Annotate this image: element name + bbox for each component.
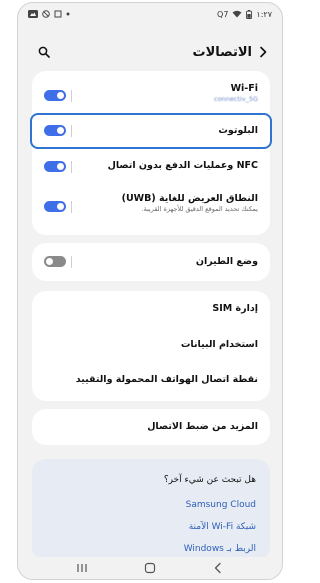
no-disturb-icon xyxy=(42,10,50,18)
data-usage-row[interactable]: استخدام البيانات xyxy=(32,329,270,363)
bluetooth-title: البلوتوث xyxy=(218,125,258,136)
toggle-knob xyxy=(57,203,64,210)
nfc-row[interactable]: NFC وعمليات الدفع بدون اتصال xyxy=(32,149,270,183)
status-left xyxy=(28,10,70,18)
bluetooth-row[interactable]: البلوتوث xyxy=(30,113,272,149)
uwb-text: النطاق العريض للغاية (UWB) يمكنك تحديد ا… xyxy=(122,193,258,213)
notification-icon xyxy=(28,10,38,18)
hotspot-title: نقطة اتصال الهواتف المحمولة والتقييد xyxy=(75,374,258,385)
uwb-toggle[interactable] xyxy=(44,201,66,212)
airplane-row[interactable]: وضع الطيران xyxy=(32,243,270,281)
toggle-knob xyxy=(57,127,64,134)
more-settings-title: المزيد من ضبط الاتصال xyxy=(147,421,258,432)
suggestions-card: هل تبحث عن شيء آخر؟ Samsung Cloud شبكة W… xyxy=(32,459,270,561)
page-header: الاتصالات xyxy=(18,39,282,65)
back-icon[interactable] xyxy=(258,46,268,58)
sim-manager-row[interactable]: إدارة SIM xyxy=(32,291,270,325)
status-right: Q7 ١:٢٧ xyxy=(217,9,272,19)
network-card: إدارة SIM استخدام البيانات نقطة اتصال ال… xyxy=(32,291,270,401)
screenshot-icon xyxy=(54,10,62,18)
home-icon[interactable] xyxy=(140,560,160,576)
uwb-subtitle: يمكنك تحديد الموقع الدقيق للأجهزة القريب… xyxy=(141,205,258,213)
wifi-network-name: connectiv_5G xyxy=(214,95,258,103)
sim-label: Q7 xyxy=(217,9,229,19)
wifi-icon xyxy=(232,10,242,18)
bluetooth-text: البلوتوث xyxy=(218,125,258,136)
more-settings-card: المزيد من ضبط الاتصال xyxy=(32,409,270,445)
airplane-toggle[interactable] xyxy=(44,256,66,267)
row-separator xyxy=(71,201,72,213)
page-title: الاتصالات xyxy=(192,44,252,60)
nfc-toggle[interactable] xyxy=(44,161,66,172)
status-bar: Q7 ١:٢٧ xyxy=(18,3,282,25)
navigation-bar xyxy=(18,557,282,579)
link-link-to-windows[interactable]: الربط بـ Windows xyxy=(184,544,256,554)
hotspot-row[interactable]: نقطة اتصال الهواتف المحمولة والتقييد xyxy=(32,365,270,399)
wifi-row[interactable]: Wi-Fi connectiv_5G xyxy=(32,77,270,113)
suggestions-title: هل تبحث عن شيء آخر؟ xyxy=(163,475,256,485)
wifi-toggle[interactable] xyxy=(44,90,66,101)
dot-icon xyxy=(66,12,70,16)
battery-icon xyxy=(246,9,253,19)
airplane-text: وضع الطيران xyxy=(196,256,258,267)
row-separator xyxy=(71,90,72,102)
nfc-text: NFC وعمليات الدفع بدون اتصال xyxy=(108,160,258,171)
phone-frame: Q7 ١:٢٧ الاتصالات Wi-Fi connectiv_5G الب… xyxy=(17,2,283,580)
row-separator xyxy=(71,161,72,173)
back-nav-icon[interactable] xyxy=(208,560,228,576)
toggle-knob xyxy=(46,258,53,265)
wifi-title: Wi-Fi xyxy=(230,83,258,94)
bluetooth-toggle[interactable] xyxy=(44,125,66,136)
more-settings-text: المزيد من ضبط الاتصال xyxy=(147,421,258,432)
wifi-text: Wi-Fi connectiv_5G xyxy=(214,83,258,103)
more-settings-row[interactable]: المزيد من ضبط الاتصال xyxy=(32,409,270,445)
data-usage-title: استخدام البيانات xyxy=(180,339,258,350)
sim-manager-title: إدارة SIM xyxy=(212,303,258,314)
airplane-title: وضع الطيران xyxy=(195,256,258,267)
uwb-title: النطاق العريض للغاية (UWB) xyxy=(121,193,258,204)
airplane-card: وضع الطيران xyxy=(32,243,270,281)
hotspot-text: نقطة اتصال الهواتف المحمولة والتقييد xyxy=(76,374,258,385)
uwb-row[interactable]: النطاق العريض للغاية (UWB) يمكنك تحديد ا… xyxy=(32,185,270,231)
status-time: ١:٢٧ xyxy=(256,9,272,19)
toggle-knob xyxy=(57,92,64,99)
data-usage-text: استخدام البيانات xyxy=(181,339,258,350)
search-icon[interactable] xyxy=(38,46,50,58)
recent-apps-icon[interactable] xyxy=(72,560,92,576)
connections-card-lower: NFC وعمليات الدفع بدون اتصال النطاق العر… xyxy=(32,149,270,235)
sim-manager-text: إدارة SIM xyxy=(212,303,258,314)
toggle-knob xyxy=(57,163,64,170)
header-title-group: الاتصالات xyxy=(193,45,268,60)
nfc-title: NFC وعمليات الدفع بدون اتصال xyxy=(107,160,258,171)
link-secure-wifi[interactable]: شبكة Wi-Fi الآمنة xyxy=(189,522,256,532)
row-separator xyxy=(71,125,72,137)
link-samsung-cloud[interactable]: Samsung Cloud xyxy=(186,500,256,510)
row-separator xyxy=(71,256,72,268)
